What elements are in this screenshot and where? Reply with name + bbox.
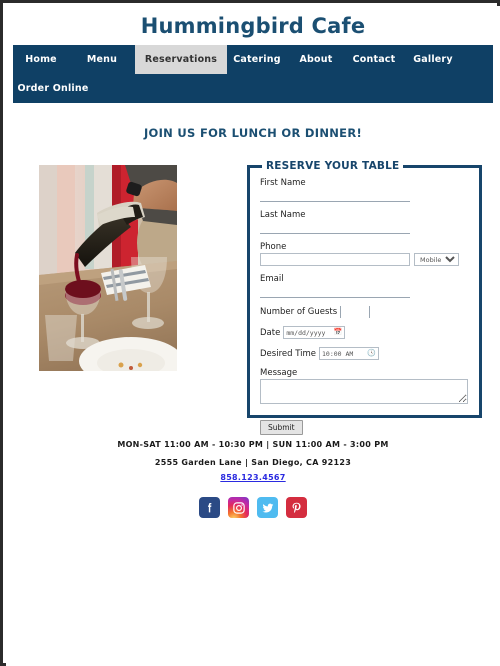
time-placeholder-text: 10:00 AM xyxy=(322,349,354,358)
site-header: Hummingbird Cafe xyxy=(6,6,500,45)
footer-hours: MON-SAT 11:00 AM - 10:30 PM | SUN 11:00 … xyxy=(117,440,389,449)
facebook-icon[interactable] xyxy=(199,497,220,518)
last-name-input[interactable] xyxy=(260,221,410,234)
pinterest-glyph xyxy=(292,502,301,513)
field-message: Message xyxy=(260,368,469,404)
calendar-icon[interactable]: 📅 xyxy=(334,329,343,336)
nav-item-menu[interactable]: Menu xyxy=(69,45,135,74)
field-last-name: Last Name xyxy=(260,210,469,234)
field-first-name: First Name xyxy=(260,178,469,202)
footer-address: 2555 Garden Lane | San Diego, CA 92123 xyxy=(154,458,352,467)
browser-page-frame: Hummingbird Cafe Home Menu Reservations … xyxy=(0,0,500,666)
last-name-label: Last Name xyxy=(260,210,306,220)
site-footer: MON-SAT 11:00 AM - 10:30 PM | SUN 11:00 … xyxy=(6,440,500,518)
field-guests: Number of Guests xyxy=(260,306,469,318)
reservation-form: RESERVE YOUR TABLE First Name Last Name … xyxy=(247,160,482,435)
field-date: Date mm/dd/yyyy 📅 xyxy=(260,326,469,339)
instagram-glyph xyxy=(232,501,245,514)
phone-row: Mobile xyxy=(260,253,469,266)
section-headline: JOIN US FOR LUNCH OR DINNER! xyxy=(143,126,363,140)
nav-item-catering[interactable]: Catering xyxy=(227,45,287,74)
field-phone: Phone Mobile xyxy=(260,242,469,266)
social-links xyxy=(6,497,500,518)
phone-type-select[interactable]: Mobile xyxy=(414,253,459,266)
facebook-glyph xyxy=(208,502,212,513)
email-input[interactable] xyxy=(260,285,410,298)
message-label: Message xyxy=(260,368,298,378)
guests-label: Number of Guests xyxy=(260,307,338,317)
main-navigation: Home Menu Reservations Catering About Co… xyxy=(13,45,493,103)
nav-item-gallery[interactable]: Gallery xyxy=(403,45,463,74)
restaurant-photo-container xyxy=(39,165,177,371)
date-input[interactable]: mm/dd/yyyy 📅 xyxy=(283,326,346,339)
content-area: RESERVE YOUR TABLE First Name Last Name … xyxy=(6,160,500,435)
nav-item-order-online[interactable]: Order Online xyxy=(13,74,93,103)
guests-input[interactable] xyxy=(340,306,371,318)
pinterest-icon[interactable] xyxy=(286,497,307,518)
page-viewport: Hummingbird Cafe Home Menu Reservations … xyxy=(6,6,500,666)
page-title: Hummingbird Cafe xyxy=(140,13,366,38)
submit-button[interactable]: Submit xyxy=(260,420,303,435)
phone-label: Phone xyxy=(260,242,287,252)
field-email: Email xyxy=(260,274,469,298)
first-name-label: First Name xyxy=(260,178,306,188)
time-input[interactable]: 10:00 AM 🕓 xyxy=(319,347,380,360)
phone-input[interactable] xyxy=(260,253,410,266)
nav-item-home[interactable]: Home xyxy=(13,45,69,74)
nav-item-contact[interactable]: Contact xyxy=(345,45,403,74)
clock-icon[interactable]: 🕓 xyxy=(367,350,376,357)
field-time: Desired Time 10:00 AM 🕓 xyxy=(260,347,469,360)
footer-phone-link[interactable]: 858.123.4567 xyxy=(220,473,285,482)
nav-item-reservations[interactable]: Reservations xyxy=(135,45,227,74)
instagram-icon[interactable] xyxy=(228,497,249,518)
wine-pour-photo xyxy=(39,165,177,371)
date-placeholder-text: mm/dd/yyyy xyxy=(286,328,326,337)
twitter-glyph xyxy=(262,503,273,512)
nav-second-row: Order Online xyxy=(13,74,493,103)
message-textarea[interactable] xyxy=(260,379,468,404)
twitter-icon[interactable] xyxy=(257,497,278,518)
date-label: Date xyxy=(260,327,281,338)
nav-item-about[interactable]: About xyxy=(287,45,345,74)
reservation-form-legend: RESERVE YOUR TABLE xyxy=(266,160,400,172)
email-label: Email xyxy=(260,274,284,284)
first-name-input[interactable] xyxy=(260,189,410,202)
time-label: Desired Time xyxy=(260,348,317,359)
